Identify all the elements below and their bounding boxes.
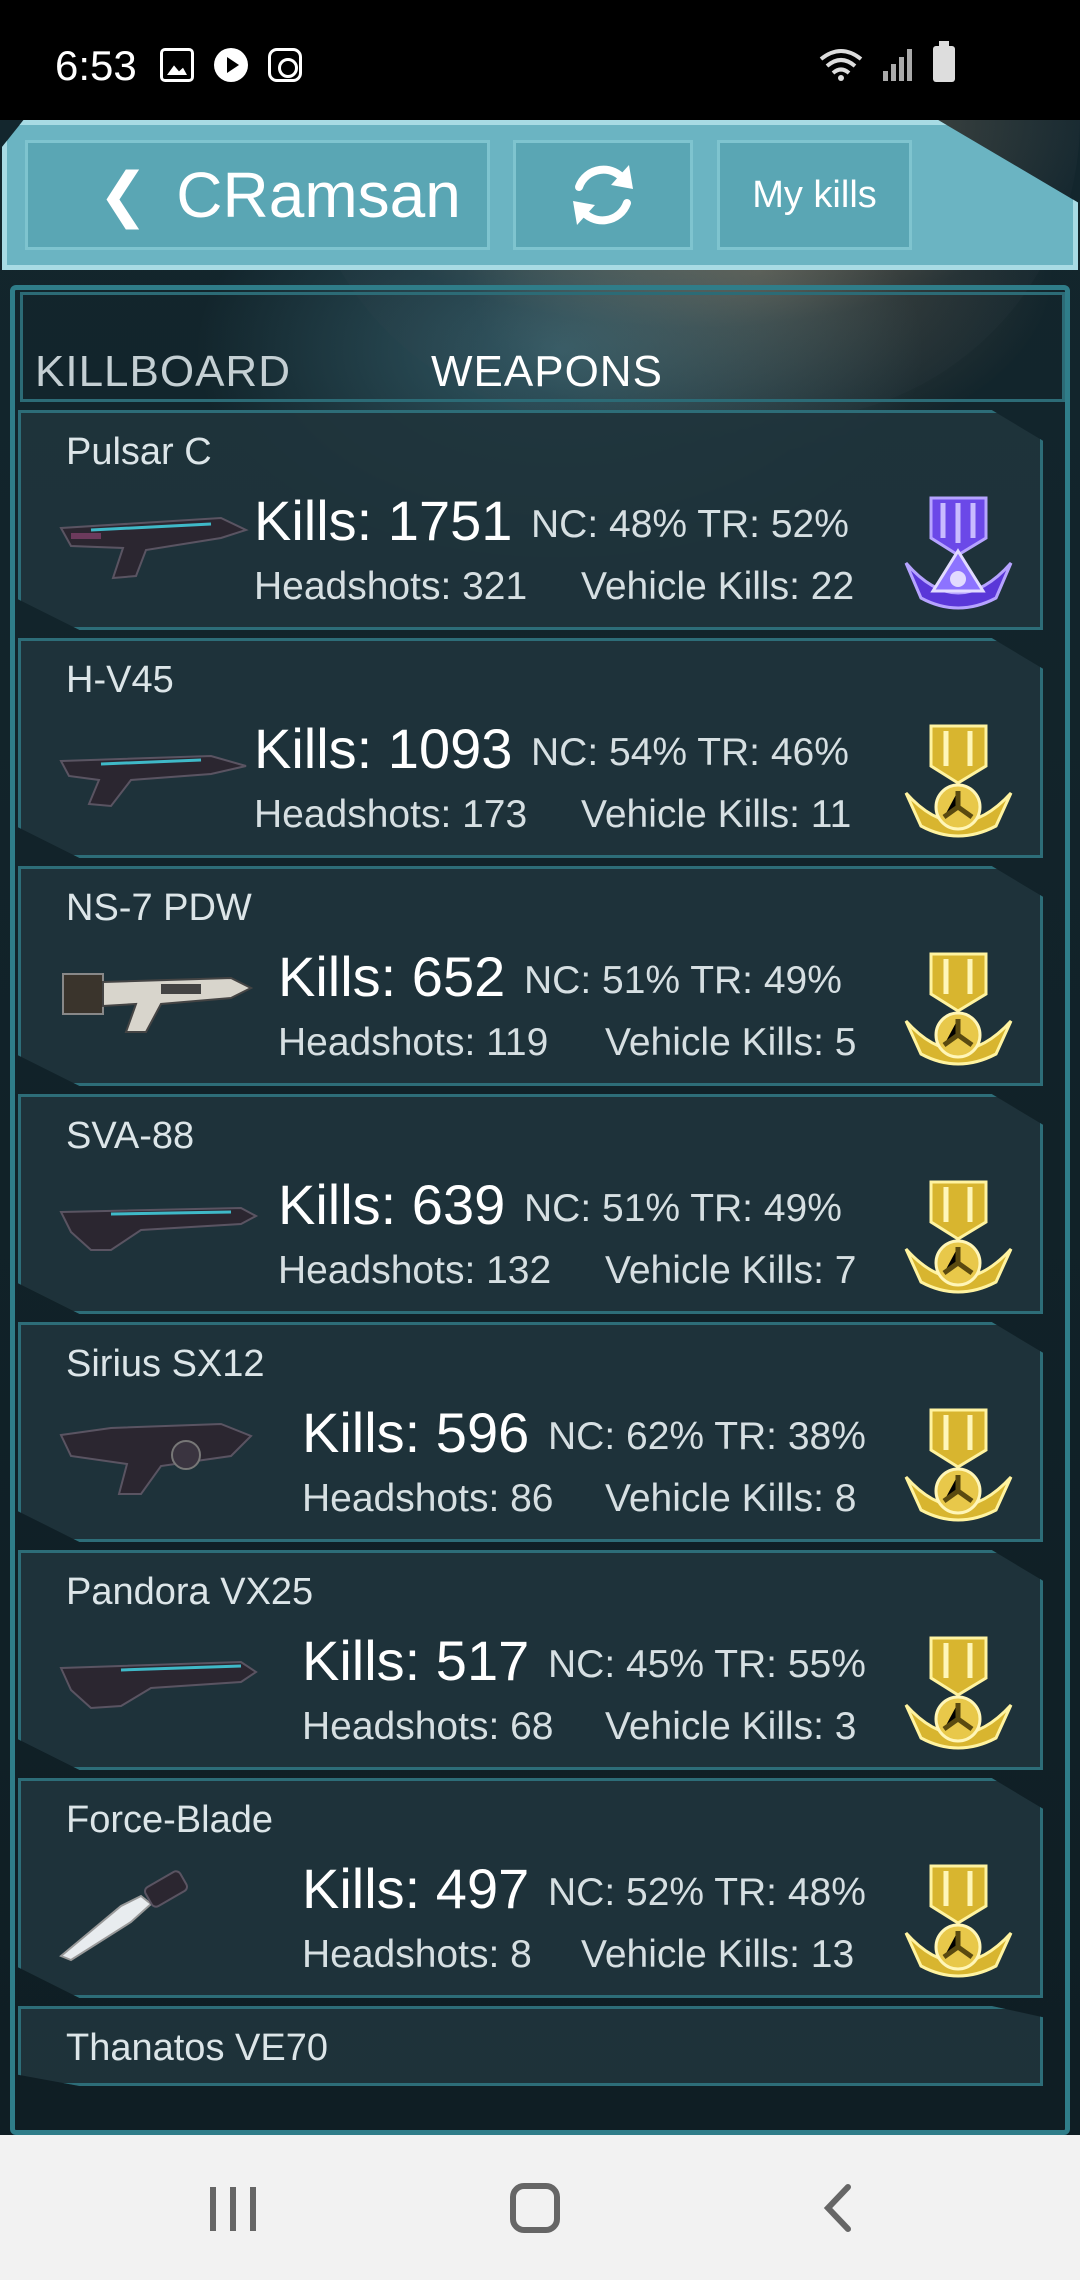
weapon-card-pulsar-c[interactable]: Pulsar C Kills: 1751 NC: 48% TR: 52% Hea… <box>18 410 1043 630</box>
system-nav-bar <box>0 2135 1080 2280</box>
kills-value: Kills: 652 <box>278 945 506 1008</box>
weapon-name: Thanatos VE70 <box>66 2027 328 2069</box>
player-name-title: CRamsan <box>176 159 461 231</box>
weapon-card-force-blade[interactable]: Force-Blade Kills: 497 NC: 52% TR: 48% H… <box>18 1778 1043 1998</box>
smg-icon <box>62 973 254 1033</box>
vehicle-kills-value: Vehicle Kills: 13 <box>581 1933 855 1976</box>
weapon-name: Pulsar C <box>66 431 212 473</box>
battery-icon <box>933 41 955 82</box>
faction-split: NC: 45% TR: 55% <box>548 1643 866 1686</box>
weapon-card-sva-88[interactable]: SVA-88 Kills: 639 NC: 51% TR: 49% Headsh… <box>18 1094 1043 1314</box>
gold-medal-icon <box>904 1864 1013 1978</box>
back-icon[interactable] <box>820 2183 854 2233</box>
my-kills-button[interactable]: My kills <box>717 140 912 250</box>
rifle-icon <box>59 516 249 580</box>
shotgun-icon <box>59 1660 258 1710</box>
pistol-icon <box>59 754 247 808</box>
lmg-icon <box>59 1206 259 1251</box>
status-time: 6:53 <box>55 42 137 89</box>
faction-split: NC: 62% TR: 38% <box>548 1415 866 1458</box>
weapon-name: NS-7 PDW <box>66 887 252 929</box>
tab-killboard[interactable]: KILLBOARD <box>35 347 291 397</box>
vehicle-kills-value: Vehicle Kills: 11 <box>581 793 852 836</box>
vehicle-kills-value: Vehicle Kills: 3 <box>605 1705 857 1748</box>
weapon-card-thanatos-ve70[interactable]: Thanatos VE70 <box>18 2006 1043 2086</box>
tabs-bar: KILLBOARD WEAPONS <box>20 292 1065 402</box>
instagram-icon <box>268 48 302 82</box>
purple-medal-icon <box>904 496 1013 610</box>
gold-medal-icon <box>904 1636 1013 1750</box>
kills-value: Kills: 497 <box>302 1857 530 1920</box>
headshots-value: Headshots: 86 <box>302 1477 554 1520</box>
kills-value: Kills: 517 <box>302 1629 530 1692</box>
kills-value: Kills: 596 <box>302 1401 530 1464</box>
headshots-value: Headshots: 119 <box>278 1021 549 1064</box>
recent-apps-icon[interactable] <box>210 2187 256 2231</box>
weapon-name: Sirius SX12 <box>66 1343 265 1385</box>
vehicle-kills-value: Vehicle Kills: 22 <box>581 565 855 608</box>
kills-value: Kills: 639 <box>278 1173 506 1236</box>
wifi-icon <box>819 47 863 81</box>
faction-split: NC: 52% TR: 48% <box>548 1871 866 1914</box>
gold-medal-icon <box>904 1408 1013 1522</box>
faction-split: NC: 51% TR: 49% <box>524 959 842 1002</box>
faction-split: NC: 48% TR: 52% <box>531 503 849 546</box>
chevron-left-icon: ❮ <box>98 161 149 228</box>
app-content: ❮ CRamsan My kills KILLBOARD WEAPONS Pul… <box>0 120 1080 2135</box>
headshots-value: Headshots: 8 <box>302 1933 532 1976</box>
gold-medal-icon <box>904 1180 1013 1294</box>
system-icons <box>819 41 955 82</box>
signal-icon <box>881 47 915 81</box>
faction-split: NC: 51% TR: 49% <box>524 1187 842 1230</box>
weapon-card-pandora-vx25[interactable]: Pandora VX25 Kills: 517 NC: 45% TR: 55% … <box>18 1550 1043 1770</box>
headshots-value: Headshots: 173 <box>254 793 528 836</box>
vehicle-kills-value: Vehicle Kills: 5 <box>605 1021 857 1064</box>
gallery-icon <box>160 48 194 82</box>
weapon-name: Pandora VX25 <box>66 1571 314 1613</box>
knife-icon <box>59 1870 188 1962</box>
shotgun-icon <box>59 1422 253 1495</box>
headshots-value: Headshots: 68 <box>302 1705 554 1748</box>
app-root: 6:53 ❮ CRamsan My kills KILLBOARD WEAPON… <box>0 0 1080 2280</box>
status-bar: 6:53 <box>0 0 1080 120</box>
vehicle-kills-value: Vehicle Kills: 8 <box>605 1477 857 1520</box>
back-button[interactable]: ❮ CRamsan <box>25 140 490 250</box>
refresh-button[interactable] <box>513 140 693 250</box>
refresh-icon <box>573 165 633 225</box>
weapon-card-ns-7-pdw[interactable]: NS-7 PDW Kills: 652 NC: 51% TR: 49% Head… <box>18 866 1043 1086</box>
faction-split: NC: 54% TR: 46% <box>531 731 849 774</box>
weapon-card-h-v45[interactable]: H-V45 Kills: 1093 NC: 54% TR: 46% Headsh… <box>18 638 1043 858</box>
play-icon <box>214 48 248 82</box>
home-icon[interactable] <box>510 2183 560 2233</box>
headshots-value: Headshots: 321 <box>254 565 528 608</box>
kills-value: Kills: 1751 <box>254 489 513 552</box>
notification-icons <box>160 48 302 82</box>
weapon-name: SVA-88 <box>66 1115 195 1157</box>
weapon-name: H-V45 <box>66 659 174 701</box>
gold-medal-icon <box>904 724 1013 838</box>
tab-weapons[interactable]: WEAPONS <box>431 347 663 397</box>
weapon-card-sirius-sx12[interactable]: Sirius SX12 Kills: 596 NC: 62% TR: 38% H… <box>18 1322 1043 1542</box>
kills-value: Kills: 1093 <box>254 717 513 780</box>
vehicle-kills-value: Vehicle Kills: 7 <box>605 1249 857 1292</box>
weapon-name: Force-Blade <box>66 1799 273 1841</box>
headshots-value: Headshots: 132 <box>278 1249 552 1292</box>
gold-medal-icon <box>904 952 1013 1066</box>
